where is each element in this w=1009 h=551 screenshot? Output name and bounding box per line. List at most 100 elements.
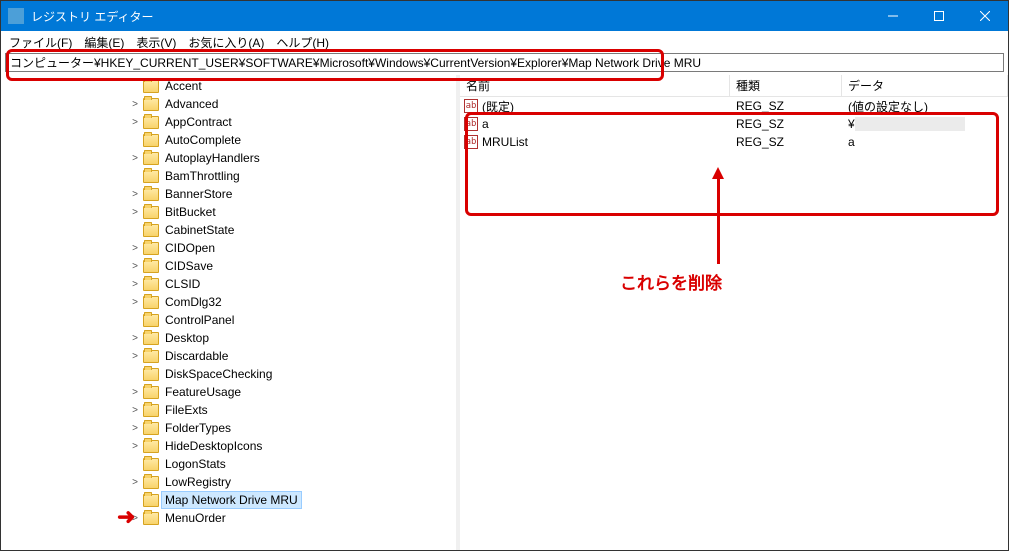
list-row[interactable]: ab (既定) REG_SZ(値の設定なし) — [460, 97, 1008, 115]
folder-icon — [143, 242, 159, 255]
menubar: ファイル(F) 編集(E) 表示(V) お気に入り(A) ヘルプ(H) — [1, 31, 1008, 50]
expander-icon[interactable]: > — [127, 477, 143, 488]
expander-icon[interactable]: > — [127, 297, 143, 308]
tree-item[interactable]: BamThrottling — [1, 167, 456, 185]
value-type: REG_SZ — [730, 99, 842, 113]
tree-item[interactable]: > LowRegistry — [1, 473, 456, 491]
tree-item[interactable]: LogonStats — [1, 455, 456, 473]
folder-icon — [143, 440, 159, 453]
menu-view[interactable]: 表示(V) — [136, 34, 176, 51]
tree-item[interactable]: DiskSpaceChecking — [1, 365, 456, 383]
folder-icon — [143, 422, 159, 435]
tree-item-label: CIDOpen — [162, 240, 218, 256]
expander-icon[interactable]: > — [127, 243, 143, 254]
tree-item[interactable]: > Advanced — [1, 95, 456, 113]
expander-icon[interactable]: > — [127, 207, 143, 218]
tree-item[interactable]: >FolderTypes — [1, 419, 456, 437]
tree-item[interactable]: AutoComplete — [1, 131, 456, 149]
expander-icon[interactable]: > — [127, 441, 143, 452]
folder-icon — [143, 458, 159, 471]
tree-item[interactable]: > HideDesktopIcons — [1, 437, 456, 455]
expander-icon[interactable]: > — [127, 117, 143, 128]
col-type[interactable]: 種類 — [730, 75, 842, 96]
menu-help[interactable]: ヘルプ(H) — [276, 34, 329, 51]
expander-icon[interactable]: > — [127, 99, 143, 110]
menu-edit[interactable]: 編集(E) — [84, 34, 124, 51]
titlebar: レジストリ エディター — [1, 1, 1008, 31]
list-row[interactable]: abaREG_SZ¥ — [460, 115, 1008, 133]
tree-item[interactable]: >CLSID — [1, 275, 456, 293]
tree-item-label: Advanced — [162, 96, 221, 112]
folder-icon — [143, 206, 159, 219]
menu-file[interactable]: ファイル(F) — [9, 34, 72, 51]
expander-icon[interactable]: > — [127, 405, 143, 416]
tree-item[interactable]: >ComDlg32 — [1, 293, 456, 311]
expander-icon[interactable]: > — [127, 423, 143, 434]
address-bar[interactable] — [5, 53, 1004, 72]
expander-icon[interactable]: > — [127, 261, 143, 272]
tree-item[interactable]: ControlPanel — [1, 311, 456, 329]
tree-item[interactable]: > BannerStore — [1, 185, 456, 203]
tree-item-label: DiskSpaceChecking — [162, 366, 275, 382]
tree-item[interactable]: > CIDOpen — [1, 239, 456, 257]
folder-icon — [143, 350, 159, 363]
tree-item[interactable]: > BitBucket — [1, 203, 456, 221]
value-name: (既定) — [482, 98, 514, 115]
maximize-button[interactable] — [916, 1, 962, 31]
folder-icon — [143, 224, 159, 237]
expander-icon[interactable]: > — [127, 189, 143, 200]
expander-icon[interactable]: > — [127, 333, 143, 344]
folder-icon — [143, 188, 159, 201]
tree-item-label: Map Network Drive MRU — [162, 492, 301, 508]
tree-item-label: BannerStore — [162, 186, 235, 202]
tree-item-label: LogonStats — [162, 456, 229, 472]
col-data[interactable]: データ — [842, 75, 1008, 96]
tree-pane[interactable]: Accent>Advanced>AppContractAutoComplete>… — [1, 75, 456, 550]
folder-icon — [143, 152, 159, 165]
minimize-button[interactable] — [870, 1, 916, 31]
string-value-icon: ab — [464, 99, 478, 113]
folder-icon — [143, 296, 159, 309]
tree-item-label: BitBucket — [162, 204, 219, 220]
tree-item-label: LowRegistry — [162, 474, 234, 490]
tree-item[interactable]: > Discardable — [1, 347, 456, 365]
tree-item-label: FeatureUsage — [162, 384, 244, 400]
list-row[interactable]: abMRUListREG_SZa — [460, 133, 1008, 151]
tree-item[interactable]: > FeatureUsage — [1, 383, 456, 401]
expander-icon[interactable]: > — [127, 387, 143, 398]
folder-icon — [143, 134, 159, 147]
tree-item-label: MenuOrder — [162, 510, 229, 526]
list-pane[interactable]: 名前 種類 データ ab(既定)REG_SZ(値の設定なし)abaREG_SZ¥… — [460, 75, 1008, 550]
redacted-block — [855, 117, 965, 131]
tree-item[interactable]: >CIDSave — [1, 257, 456, 275]
tree-item-label: Discardable — [162, 348, 231, 364]
expander-icon[interactable]: > — [127, 351, 143, 362]
folder-icon — [143, 512, 159, 525]
folder-icon — [143, 368, 159, 381]
expander-icon[interactable]: > — [127, 153, 143, 164]
tree-item-label: HideDesktopIcons — [162, 438, 265, 454]
value-type: REG_SZ — [730, 117, 842, 131]
tree-item[interactable]: CabinetState — [1, 221, 456, 239]
tree-item[interactable]: > Desktop — [1, 329, 456, 347]
tree-item[interactable]: > MenuOrder — [1, 509, 456, 527]
tree-item-label: ControlPanel — [162, 312, 237, 328]
expander-icon[interactable]: > — [127, 513, 143, 524]
folder-icon — [143, 98, 159, 111]
tree-item[interactable]: >AppContract — [1, 113, 456, 131]
tree-item-label: Desktop — [162, 330, 212, 346]
value-data: (値の設定なし) — [842, 98, 1008, 115]
string-value-icon: ab — [464, 135, 478, 149]
tree-item-label: BamThrottling — [162, 168, 243, 184]
close-button[interactable] — [962, 1, 1008, 31]
tree-item[interactable]: Map Network Drive MRU — [1, 491, 456, 509]
col-name[interactable]: 名前 — [460, 75, 730, 96]
tree-item[interactable]: >FileExts — [1, 401, 456, 419]
tree-item[interactable]: Accent — [1, 77, 456, 95]
value-name: MRUList — [482, 135, 528, 149]
value-name: a — [482, 117, 489, 131]
tree-item[interactable]: >AutoplayHandlers — [1, 149, 456, 167]
menu-fav[interactable]: お気に入り(A) — [188, 34, 264, 51]
tree-item-label: Accent — [162, 78, 205, 94]
expander-icon[interactable]: > — [127, 279, 143, 290]
